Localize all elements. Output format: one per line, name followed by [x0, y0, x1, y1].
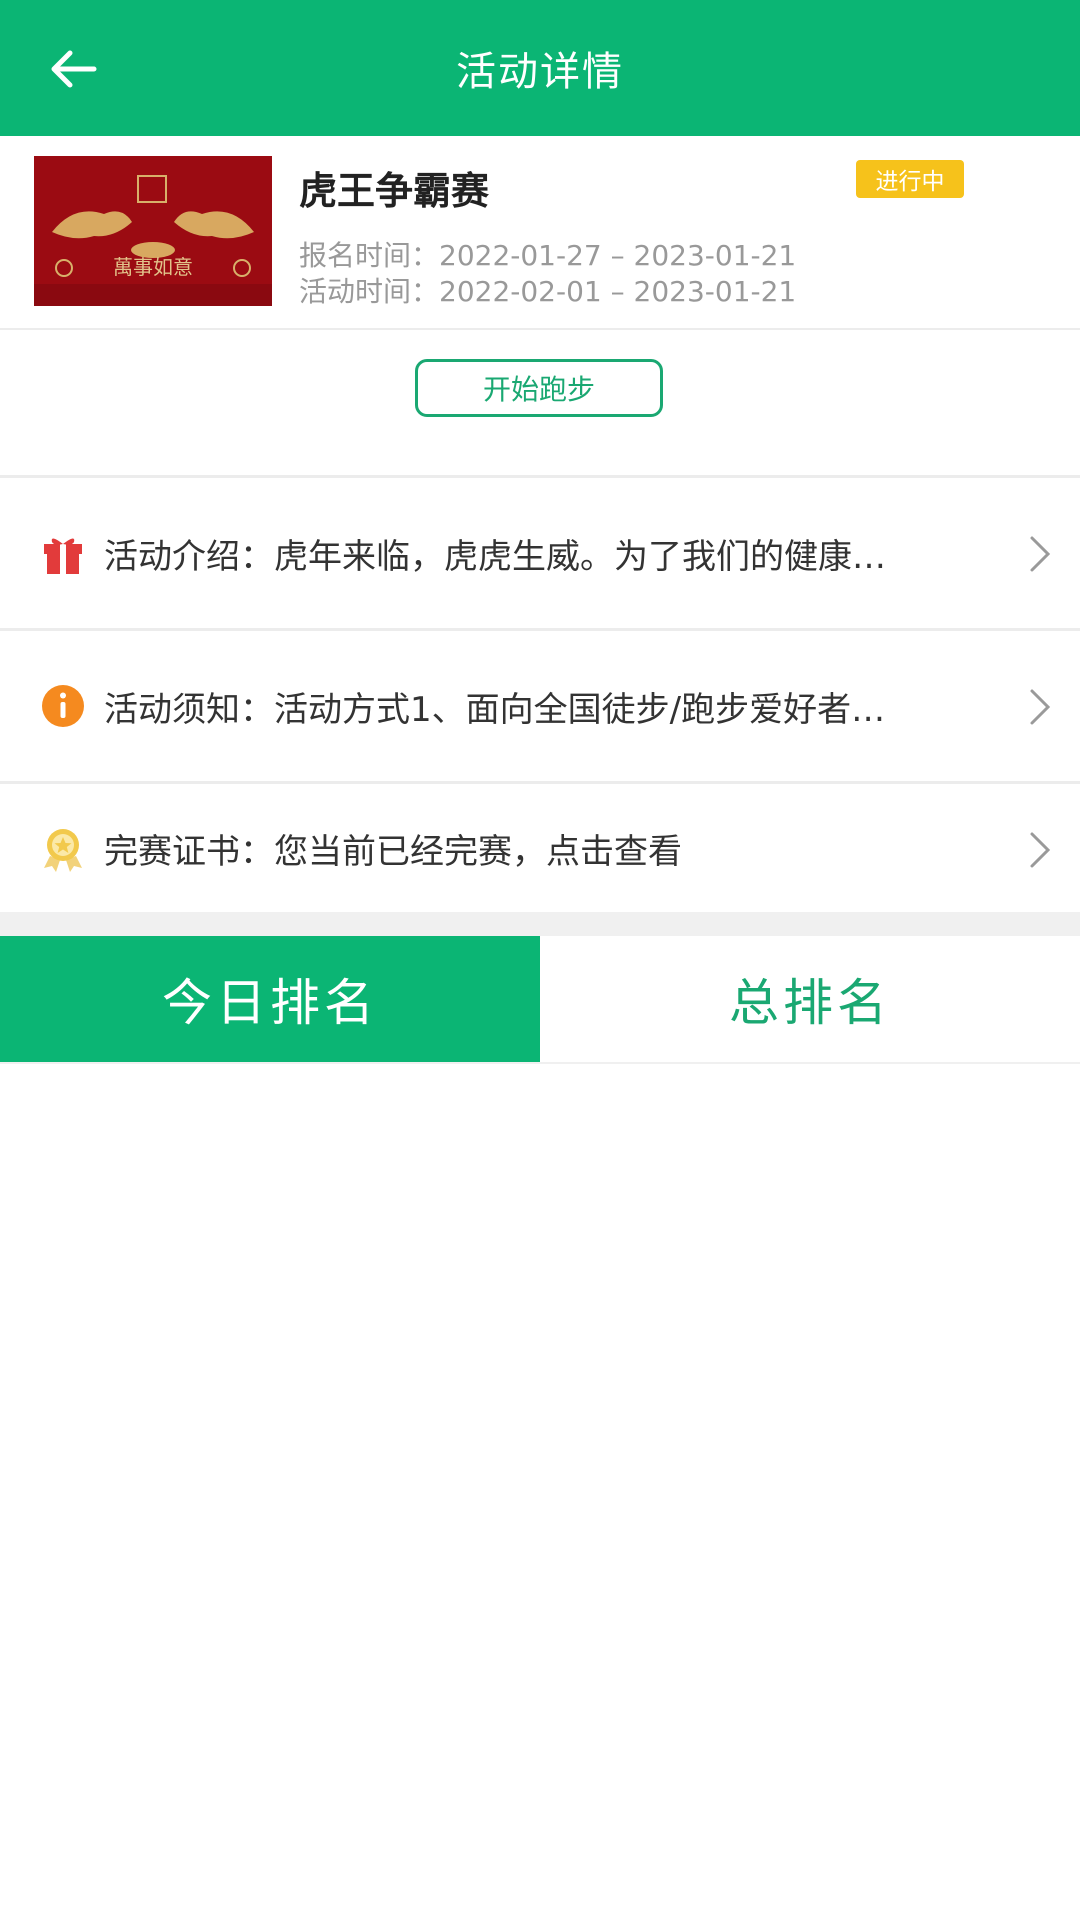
activity-intro-row[interactable]: 活动介绍：虎年来临，虎虎生威。为了我们的健康… [0, 478, 1080, 628]
activity-notice-text: 活动须知：活动方式1、面向全国徒步/跑步爱好者… [104, 689, 886, 730]
start-running-button[interactable]: 开始跑步 [415, 359, 663, 417]
svg-text:萬事如意: 萬事如意 [113, 255, 193, 279]
signup-time: 报名时间：2022-01-27 – 2023-01-21 [299, 239, 797, 272]
chevron-right-icon [1030, 536, 1051, 572]
certificate-text: 完赛证书：您当前已经完赛，点击查看 [104, 831, 682, 872]
page-title: 活动详情 [456, 49, 624, 95]
certificate-row[interactable]: 完赛证书：您当前已经完赛，点击查看 [0, 784, 1080, 912]
tab-total-ranking[interactable]: 总排名 [540, 936, 1080, 1062]
activity-time: 活动时间：2022-02-01 – 2023-01-21 [299, 275, 797, 308]
chevron-right-icon [1030, 832, 1051, 868]
event-card: 萬事如意 虎王争霸赛 进行中 报名时间：2022-01-27 – 2023-01… [0, 136, 1080, 328]
event-poster-image: 萬事如意 [34, 156, 272, 306]
activity-notice-row[interactable]: 活动须知：活动方式1、面向全国徒步/跑步爱好者… [0, 631, 1080, 781]
medal-icon [44, 829, 82, 872]
status-badge: 进行中 [856, 160, 964, 198]
ranking-list [0, 1064, 1080, 1920]
divider [0, 328, 1080, 330]
chevron-right-icon [1030, 689, 1051, 725]
section-gap [0, 912, 1080, 936]
activity-intro-text: 活动介绍：虎年来临，虎虎生威。为了我们的健康… [104, 536, 886, 577]
arrow-left-icon [51, 50, 97, 88]
info-icon [42, 685, 84, 727]
event-title: 虎王争霸赛 [299, 169, 490, 213]
gift-icon [44, 538, 82, 574]
back-button[interactable] [38, 34, 108, 104]
tab-today-ranking[interactable]: 今日排名 [0, 936, 540, 1062]
top-bar: 活动详情 [0, 0, 1080, 136]
